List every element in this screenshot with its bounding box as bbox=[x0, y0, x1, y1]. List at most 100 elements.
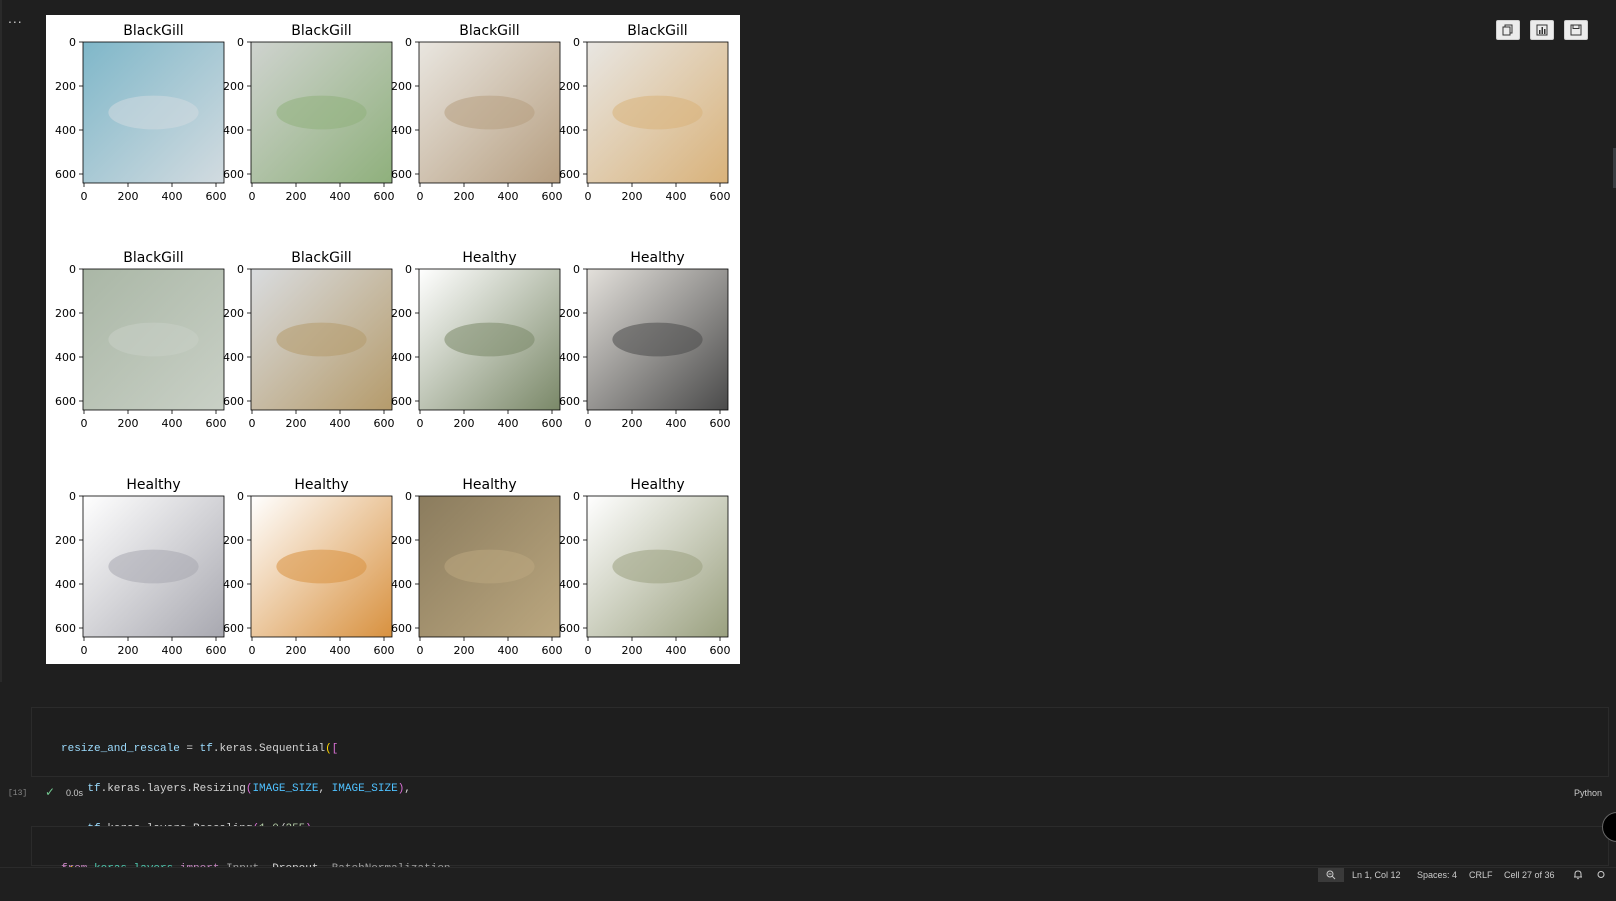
subplot: Healthy 0 0 200 200 400 400 600 600 bbox=[391, 477, 563, 657]
x-tick-label: 0 bbox=[585, 644, 592, 657]
shrimp-silhouette bbox=[108, 95, 199, 130]
x-tick-label: 200 bbox=[118, 417, 139, 430]
zoom-icon[interactable] bbox=[1318, 868, 1344, 882]
y-tick-label: 200 bbox=[223, 307, 244, 320]
y-tick-label: 600 bbox=[223, 395, 244, 408]
x-tick-label: 0 bbox=[417, 190, 424, 203]
x-tick-label: 200 bbox=[286, 644, 307, 657]
x-tick-label: 600 bbox=[374, 644, 395, 657]
y-tick-label: 600 bbox=[55, 622, 76, 635]
subplot-title: BlackGill bbox=[291, 250, 351, 266]
output-toolbar bbox=[1496, 20, 1588, 40]
x-tick-label: 400 bbox=[330, 190, 351, 203]
copy-icon bbox=[1502, 24, 1513, 36]
y-tick-label: 200 bbox=[55, 80, 76, 93]
execution-count: [13] bbox=[8, 789, 28, 798]
y-tick-label: 400 bbox=[55, 124, 76, 137]
x-tick-label: 0 bbox=[585, 417, 592, 430]
sync-icon[interactable] bbox=[1596, 869, 1606, 882]
y-tick-label: 0 bbox=[573, 490, 580, 503]
y-tick-label: 600 bbox=[559, 395, 580, 408]
y-tick-label: 200 bbox=[391, 534, 412, 547]
y-tick-label: 0 bbox=[69, 36, 76, 49]
open-chart-button[interactable] bbox=[1530, 20, 1554, 40]
bell-icon[interactable] bbox=[1573, 869, 1583, 882]
y-tick-label: 400 bbox=[559, 351, 580, 364]
cell-language-label[interactable]: Python bbox=[1574, 788, 1602, 798]
y-tick-label: 0 bbox=[405, 263, 412, 276]
subplot-grid: BlackGill 0 0 200 200 400 400 600 600 BlackGill 0 0… bbox=[55, 23, 731, 657]
save-output-button[interactable] bbox=[1564, 20, 1588, 40]
y-tick-label: 0 bbox=[69, 490, 76, 503]
subplot-title: BlackGill bbox=[123, 250, 183, 266]
x-tick-label: 0 bbox=[81, 644, 88, 657]
x-tick-label: 600 bbox=[206, 644, 227, 657]
indentation-setting[interactable]: Spaces: 4 bbox=[1417, 869, 1457, 881]
subplot-title: Healthy bbox=[630, 477, 684, 493]
x-tick-label: 400 bbox=[666, 644, 687, 657]
cursor-position[interactable]: Ln 1, Col 12 bbox=[1352, 869, 1401, 881]
y-tick-label: 400 bbox=[55, 351, 76, 364]
y-tick-label: 400 bbox=[391, 351, 412, 364]
x-tick-label: 0 bbox=[585, 190, 592, 203]
matplotlib-figure-output: BlackGill 0 0 200 200 400 400 600 600 BlackGill 0 0… bbox=[46, 15, 740, 664]
x-tick-label: 200 bbox=[454, 417, 475, 430]
y-tick-label: 0 bbox=[405, 490, 412, 503]
success-check-icon: ✓ bbox=[45, 785, 56, 799]
subplot: Healthy 0 0 200 200 400 400 600 600 bbox=[55, 477, 227, 657]
x-tick-label: 200 bbox=[286, 417, 307, 430]
y-tick-label: 200 bbox=[223, 80, 244, 93]
code-line: resize_and_rescale = tf.keras.Sequential… bbox=[61, 743, 339, 755]
shrimp-silhouette bbox=[276, 549, 367, 584]
x-tick-label: 600 bbox=[374, 190, 395, 203]
y-tick-label: 400 bbox=[55, 578, 76, 591]
x-tick-label: 400 bbox=[498, 644, 519, 657]
x-tick-label: 600 bbox=[374, 417, 395, 430]
x-tick-label: 400 bbox=[498, 190, 519, 203]
subplot-title: BlackGill bbox=[627, 23, 687, 39]
execution-time: 0.0s bbox=[66, 788, 84, 798]
shrimp-silhouette bbox=[444, 549, 535, 584]
x-tick-label: 0 bbox=[417, 644, 424, 657]
line-ending[interactable]: CRLF bbox=[1469, 869, 1493, 881]
subplot-title: Healthy bbox=[126, 477, 180, 493]
y-tick-label: 400 bbox=[391, 124, 412, 137]
y-tick-label: 600 bbox=[559, 168, 580, 181]
y-tick-label: 200 bbox=[223, 534, 244, 547]
cell-more-actions[interactable]: ... bbox=[8, 10, 23, 26]
x-tick-label: 200 bbox=[454, 644, 475, 657]
x-tick-label: 0 bbox=[81, 190, 88, 203]
subplot: BlackGill 0 0 200 200 400 400 600 600 bbox=[223, 23, 395, 203]
x-tick-label: 400 bbox=[330, 417, 351, 430]
x-tick-label: 400 bbox=[498, 417, 519, 430]
shrimp-silhouette bbox=[108, 549, 199, 584]
x-tick-label: 400 bbox=[666, 190, 687, 203]
shrimp-silhouette bbox=[276, 95, 367, 130]
x-tick-label: 200 bbox=[622, 417, 643, 430]
x-tick-label: 600 bbox=[710, 417, 731, 430]
code-cell[interactable]: resize_and_rescale = tf.keras.Sequential… bbox=[31, 707, 1609, 875]
x-tick-label: 200 bbox=[286, 190, 307, 203]
x-tick-label: 400 bbox=[162, 190, 183, 203]
subplot: Healthy 0 0 200 200 400 400 600 600 bbox=[559, 250, 731, 430]
cell-gutter bbox=[0, 0, 2, 682]
y-tick-label: 0 bbox=[405, 36, 412, 49]
y-tick-label: 400 bbox=[223, 124, 244, 137]
y-tick-label: 200 bbox=[559, 307, 580, 320]
subplot-title: Healthy bbox=[294, 477, 348, 493]
subplot: BlackGill 0 0 200 200 400 400 600 600 bbox=[391, 23, 563, 203]
cell-indicator[interactable]: Cell 27 of 36 bbox=[1504, 869, 1555, 881]
x-tick-label: 200 bbox=[622, 644, 643, 657]
copy-output-button[interactable] bbox=[1496, 20, 1520, 40]
y-tick-label: 0 bbox=[237, 263, 244, 276]
subplot: Healthy 0 0 200 200 400 400 600 600 bbox=[559, 477, 731, 657]
x-tick-label: 200 bbox=[118, 190, 139, 203]
subplot: Healthy 0 0 200 200 400 400 600 600 bbox=[223, 477, 395, 657]
x-tick-label: 0 bbox=[417, 417, 424, 430]
subplot: BlackGill 0 0 200 200 400 400 600 600 bbox=[55, 23, 227, 203]
y-tick-label: 600 bbox=[223, 168, 244, 181]
y-tick-label: 600 bbox=[391, 168, 412, 181]
subplot-title: Healthy bbox=[630, 250, 684, 266]
code-cell[interactable]: from keras.layers import Input, Dropout,… bbox=[31, 826, 1609, 875]
y-tick-label: 0 bbox=[237, 490, 244, 503]
